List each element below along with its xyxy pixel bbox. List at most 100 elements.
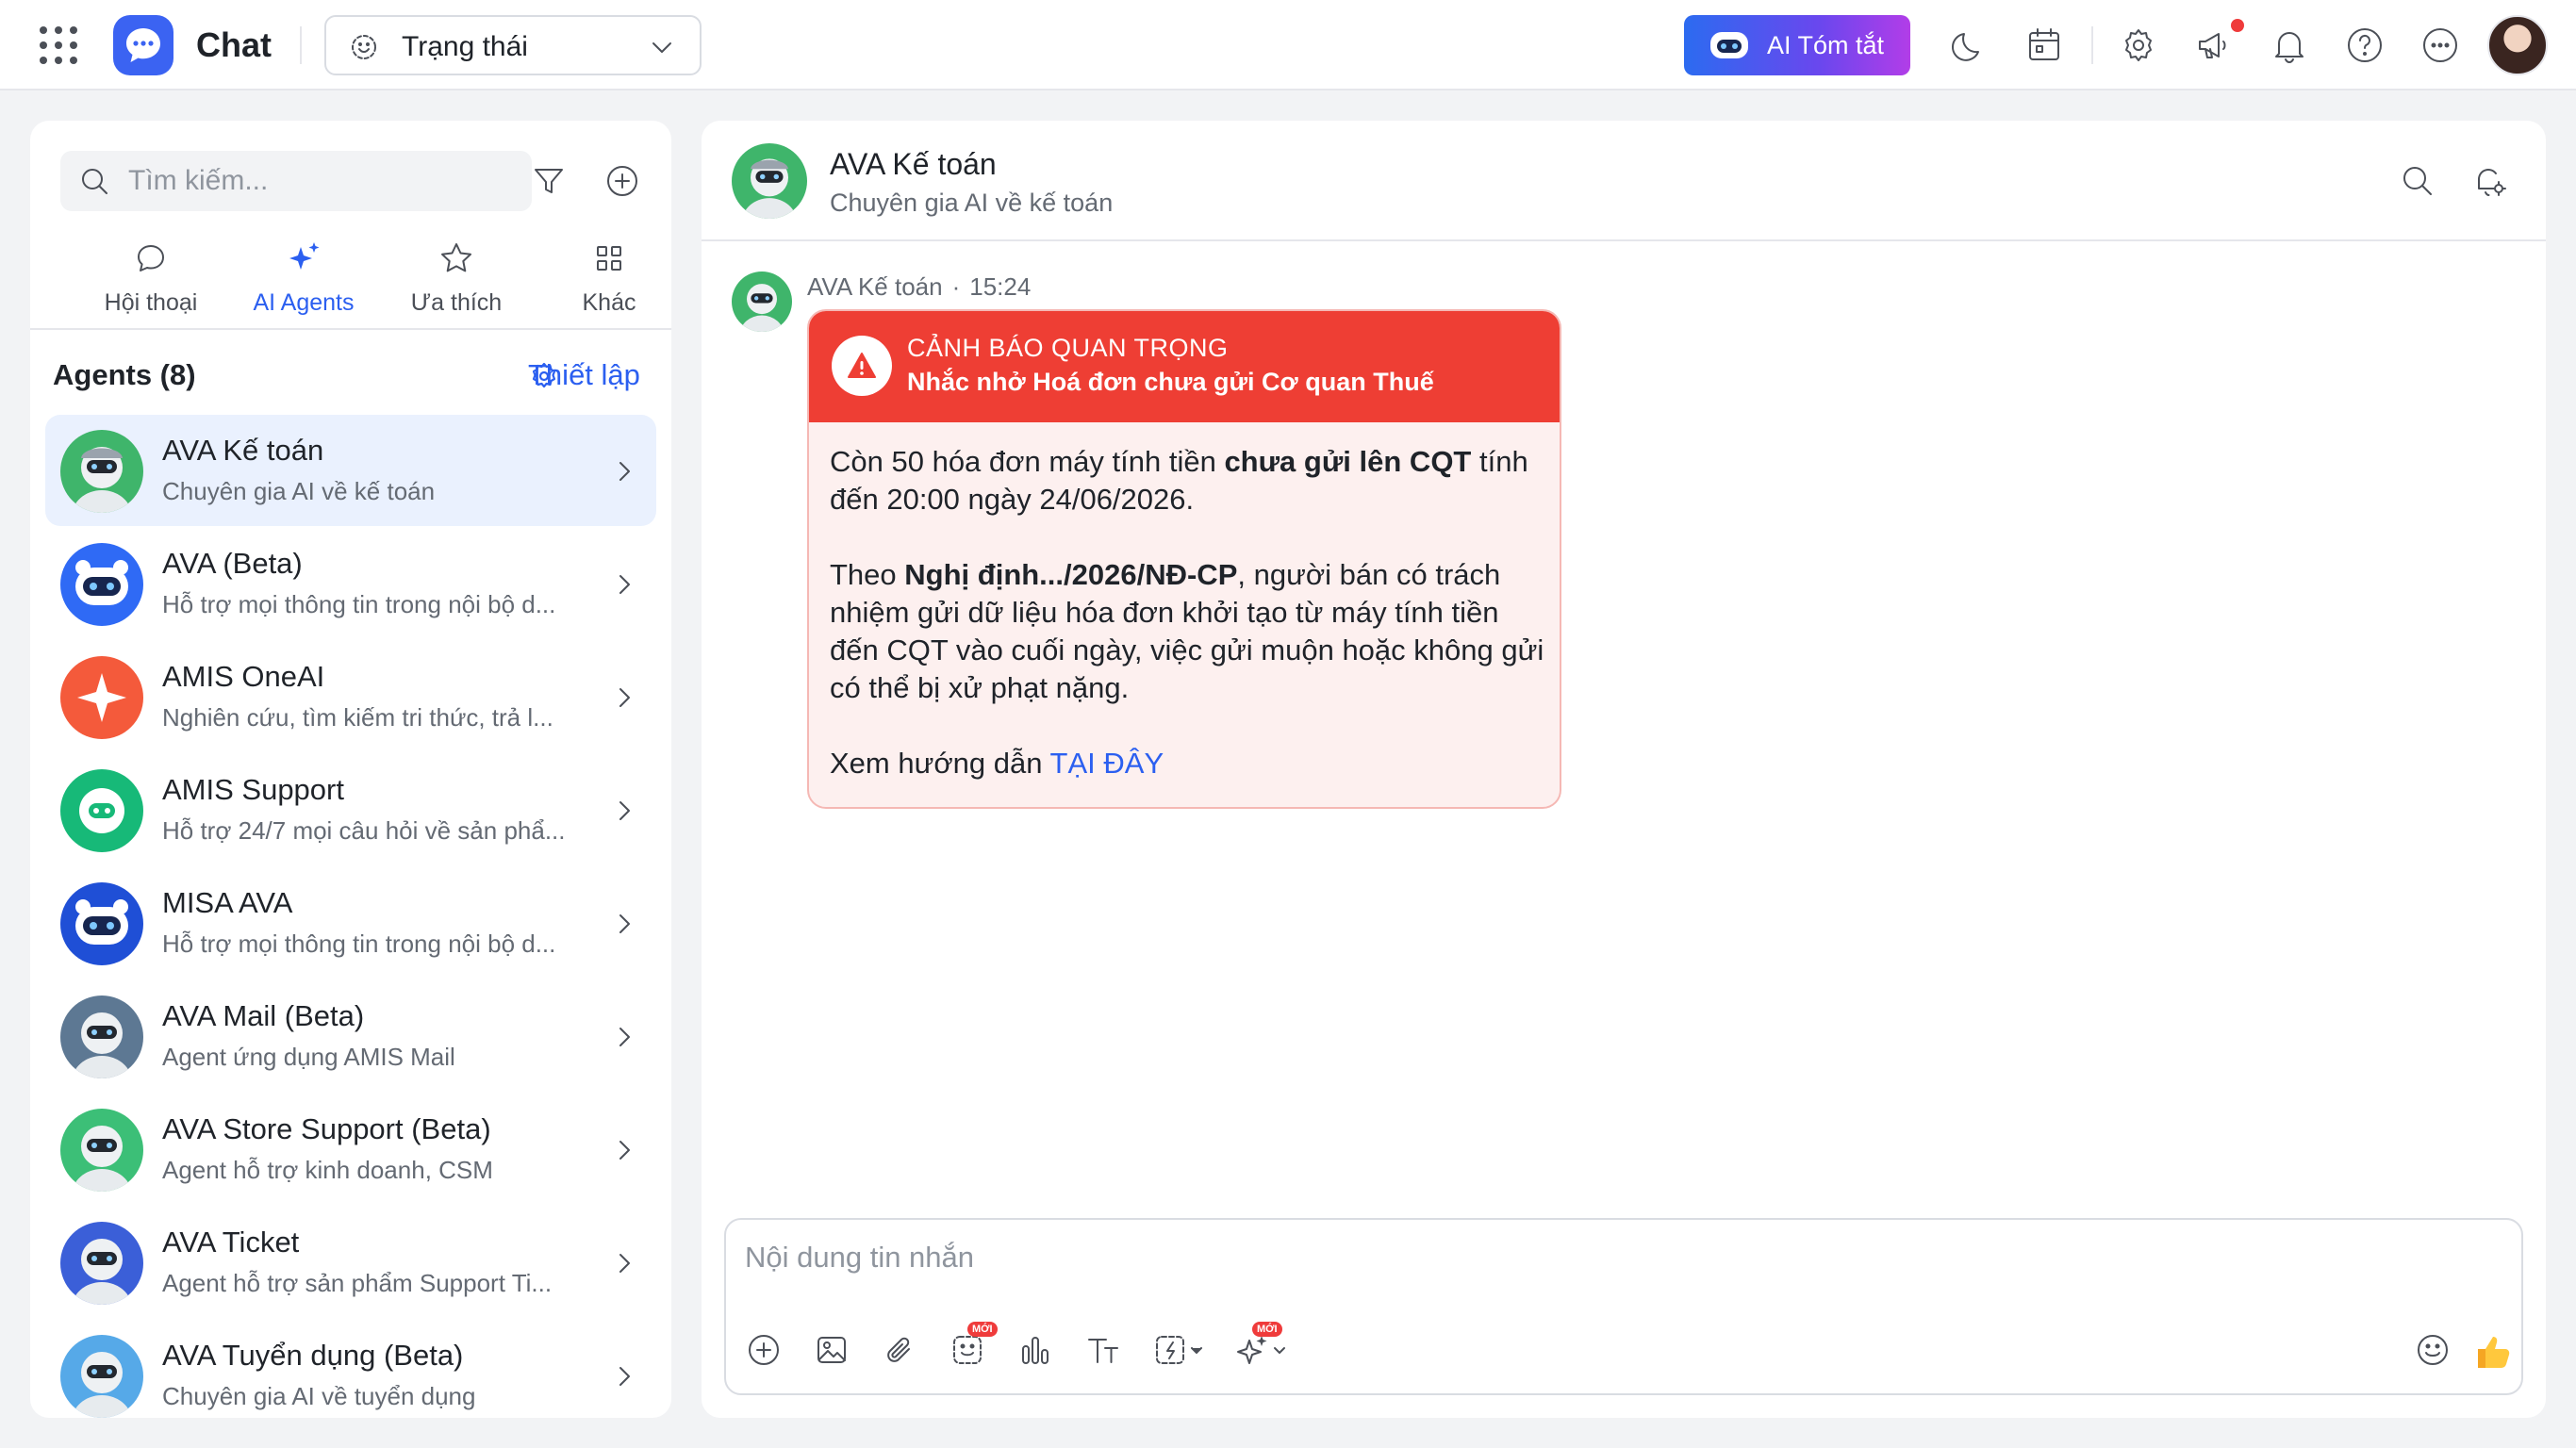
chat-bubble-icon bbox=[132, 239, 170, 277]
divider bbox=[2091, 26, 2093, 64]
bell-icon[interactable] bbox=[2267, 23, 2312, 68]
agent-item-amis-support[interactable]: AMIS Support Hỗ trợ 24/7 mọi câu hỏi về … bbox=[45, 754, 656, 865]
image-icon[interactable] bbox=[813, 1331, 850, 1369]
ai-summary-button[interactable]: AI Tóm tắt bbox=[1684, 15, 1910, 75]
guide-link[interactable]: TẠI ĐÂY bbox=[1050, 747, 1164, 780]
tab-label: AI Agents bbox=[253, 289, 355, 316]
more-icon[interactable] bbox=[2418, 23, 2463, 68]
agent-item-ava-tuyen-dung[interactable]: AVA Tuyển dụng (Beta) Chuyên gia AI về t… bbox=[45, 1320, 656, 1418]
agent-item-misa-ava[interactable]: MISA AVA Hỗ trợ mọi thông tin trong nội … bbox=[45, 867, 656, 979]
chevron-right-icon bbox=[611, 1248, 637, 1278]
new-badge: MỚI bbox=[967, 1322, 998, 1337]
tab-conversations[interactable]: Hội thoại bbox=[75, 232, 226, 330]
bold-text: chưa gửi lên CQT bbox=[1224, 445, 1472, 478]
chevron-right-icon bbox=[611, 909, 637, 939]
agent-avatar bbox=[732, 143, 807, 219]
status-icon bbox=[349, 32, 379, 62]
robot-avatar-icon bbox=[60, 1222, 143, 1305]
sidebar: Hội thoại AI Agents Ưa thích Khác Agents… bbox=[30, 121, 671, 1418]
calendar-icon[interactable] bbox=[2022, 23, 2067, 68]
grid-icon bbox=[590, 239, 628, 277]
search-icon[interactable] bbox=[2399, 162, 2436, 200]
bot-avatar-icon bbox=[60, 882, 143, 965]
ai-summary-label: AI Tóm tắt bbox=[1767, 31, 1885, 59]
bell-settings-icon[interactable] bbox=[2470, 162, 2508, 200]
agent-item-ava-store-support[interactable]: AVA Store Support (Beta) Agent hỗ trợ ki… bbox=[45, 1094, 656, 1205]
agent-desc: Hỗ trợ 24/7 mọi câu hỏi về sản phẩ... bbox=[162, 816, 566, 845]
tab-ai-agents[interactable]: AI Agents bbox=[228, 232, 379, 330]
meta-separator: · bbox=[951, 272, 961, 301]
chat-header: AVA Kế toán Chuyên gia AI về kế toán bbox=[702, 121, 2546, 241]
emoji-icon[interactable] bbox=[2414, 1331, 2452, 1369]
chevron-right-icon bbox=[611, 796, 637, 826]
alert-header: CẢNH BÁO QUAN TRỌNG Nhắc nhở Hoá đơn chư… bbox=[809, 311, 1560, 422]
chevron-right-icon bbox=[611, 1361, 637, 1391]
user-avatar[interactable] bbox=[2487, 15, 2548, 75]
alert-body: Còn 50 hóa đơn máy tính tiền chưa gửi lê… bbox=[830, 443, 1546, 807]
message-meta: AVA Kế toán · 15:24 bbox=[807, 272, 1031, 302]
agent-desc: Hỗ trợ mọi thông tin trong nội bộ d... bbox=[162, 590, 556, 618]
app-title: Chat bbox=[196, 25, 272, 64]
star-icon bbox=[438, 239, 475, 277]
agent-item-ava-ke-toan[interactable]: AVA Kế toán Chuyên gia AI về kế toán bbox=[45, 415, 656, 526]
settings-icon bbox=[528, 360, 560, 392]
text: Theo bbox=[830, 558, 905, 591]
settings-icon[interactable] bbox=[2116, 23, 2161, 68]
message-input[interactable] bbox=[745, 1239, 2499, 1295]
chat-subtitle: Chuyên gia AI về kế toán bbox=[830, 189, 1114, 217]
agent-name: AVA Store Support (Beta) bbox=[162, 1112, 491, 1145]
add-circle-icon[interactable] bbox=[745, 1331, 783, 1369]
text-format-icon[interactable] bbox=[1084, 1331, 1122, 1369]
top-bar: Chat Trạng thái AI Tóm tắt bbox=[0, 0, 2576, 90]
sidebar-tabs: Hội thoại AI Agents Ưa thích Khác bbox=[30, 232, 671, 330]
add-circle-icon[interactable] bbox=[603, 162, 641, 200]
alert-subtitle: Nhắc nhở Hoá đơn chưa gửi Cơ quan Thuế bbox=[907, 368, 1434, 396]
agent-item-ava-beta[interactable]: AVA (Beta) Hỗ trợ mọi thông tin trong nộ… bbox=[45, 528, 656, 639]
apps-grid-icon[interactable] bbox=[38, 25, 79, 66]
robot-avatar-icon bbox=[60, 430, 143, 513]
chat-panel: AVA Kế toán Chuyên gia AI về kế toán AVA… bbox=[702, 121, 2546, 1418]
agent-desc: Agent ứng dụng AMIS Mail bbox=[162, 1043, 455, 1071]
message-avatar bbox=[732, 272, 792, 332]
sparkle-avatar-icon bbox=[60, 656, 143, 739]
poll-chart-icon[interactable] bbox=[1016, 1331, 1054, 1369]
search-input[interactable] bbox=[128, 162, 505, 200]
agent-desc: Chuyên gia AI về kế toán bbox=[162, 477, 436, 505]
sparkle-icon bbox=[285, 239, 322, 277]
paperclip-icon[interactable] bbox=[881, 1331, 918, 1369]
sticker-icon[interactable]: MỚI bbox=[949, 1322, 998, 1369]
alert-paragraph-2: Theo Nghị định.../2026/NĐ-CP, người bán … bbox=[830, 556, 1546, 707]
agent-item-ava-mail[interactable]: AVA Mail (Beta) Agent ứng dụng AMIS Mail bbox=[45, 980, 656, 1092]
filter-icon[interactable] bbox=[530, 162, 568, 200]
agent-item-ava-ticket[interactable]: AVA Ticket Agent hỗ trợ sản phẩm Support… bbox=[45, 1207, 656, 1318]
agent-desc: Nghiên cứu, tìm kiếm tri thức, trả l... bbox=[162, 703, 553, 732]
tab-label: Ưa thích bbox=[410, 289, 503, 316]
megaphone-icon[interactable] bbox=[2191, 23, 2237, 68]
help-icon[interactable] bbox=[2342, 23, 2387, 68]
search-box bbox=[60, 151, 532, 211]
bot-icon bbox=[1709, 28, 1750, 62]
thumbs-up-icon[interactable] bbox=[2472, 1331, 2514, 1373]
alert-card: CẢNH BÁO QUAN TRỌNG Nhắc nhở Hoá đơn chư… bbox=[807, 309, 1561, 809]
screenshot-dropdown-icon[interactable] bbox=[1152, 1331, 1209, 1369]
agents-heading: Agents (8) bbox=[53, 358, 196, 391]
chevron-down-icon bbox=[651, 38, 673, 57]
agent-name: AMIS OneAI bbox=[162, 660, 325, 693]
status-select[interactable]: Trạng thái bbox=[324, 15, 702, 75]
ai-sparkle-dropdown-icon[interactable]: MỚI bbox=[1235, 1322, 1292, 1369]
bot-avatar-icon bbox=[60, 543, 143, 626]
agent-item-amis-oneai[interactable]: AMIS OneAI Nghiên cứu, tìm kiếm tri thức… bbox=[45, 641, 656, 752]
moon-icon[interactable] bbox=[1946, 23, 1991, 68]
setup-button[interactable]: Thiết lập bbox=[483, 356, 640, 394]
tab-favorites[interactable]: Ưa thích bbox=[381, 232, 532, 330]
alert-paragraph-3: Xem hướng dẫn TẠI ĐÂY bbox=[830, 745, 1546, 782]
tab-other[interactable]: Khác bbox=[534, 232, 671, 330]
text: Xem hướng dẫn bbox=[830, 747, 1050, 780]
agent-desc: Chuyên gia AI về tuyển dụng bbox=[162, 1382, 476, 1410]
chat-logo-icon bbox=[113, 15, 173, 75]
chevron-right-icon bbox=[611, 569, 637, 600]
chat-title: AVA Kế toán bbox=[830, 147, 997, 181]
status-label: Trạng thái bbox=[402, 31, 528, 62]
chevron-right-icon bbox=[611, 683, 637, 713]
agent-name: AVA Tuyển dụng (Beta) bbox=[162, 1339, 464, 1372]
